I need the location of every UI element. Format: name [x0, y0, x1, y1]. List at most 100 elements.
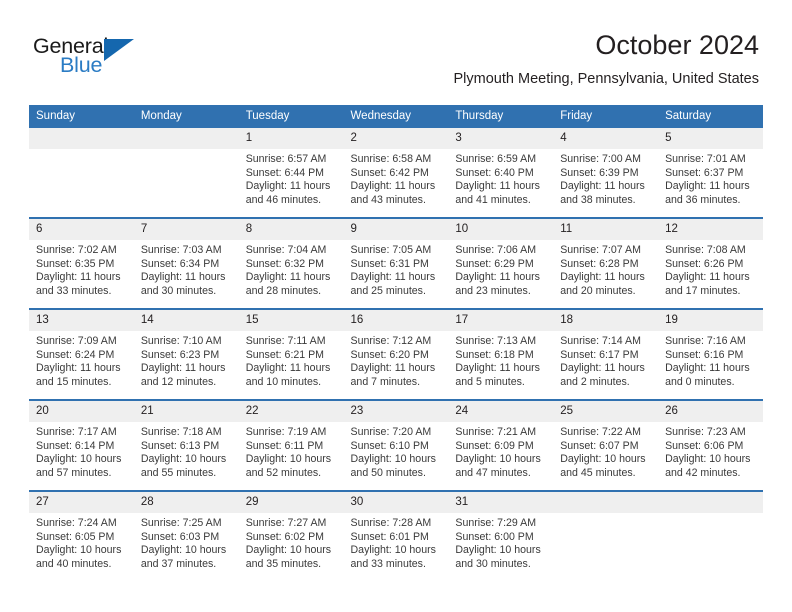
daylight-duration-line2: and 28 minutes.	[245, 284, 322, 297]
sunrise-time: Sunrise: 7:12 AM	[350, 335, 432, 347]
sunrise-time: Sunrise: 7:20 AM	[350, 426, 432, 438]
calendar-day-cell[interactable]: 11 Sunrise: 7:07 AM Sunset: 6:28 PM Dayligh…	[553, 217, 659, 309]
calendar-day-cell[interactable]: 19 Sunrise: 7:16 AM Sunset: 6:16 PM Dayligh…	[658, 308, 763, 400]
calendar-day-cell[interactable]: 3 Sunrise: 6:59 AM Sunset: 6:40 PM Daylight…	[448, 128, 554, 218]
calendar-day-cell[interactable]: 17 Sunrise: 7:13 AM Sunset: 6:18 PM Dayligh…	[448, 308, 554, 400]
sunrise-time: Sunrise: 7:04 AM	[245, 244, 327, 256]
day-number: 19	[658, 310, 763, 331]
day-astro-info: Sunrise: 6:58 AM Sunset: 6:42 PM Daylight:…	[344, 149, 449, 207]
calendar-day-cell[interactable]: 27 Sunrise: 7:24 AM Sunset: 6:05 PM Dayligh…	[29, 490, 134, 581]
calendar-day-cell[interactable]: 8 Sunrise: 7:04 AM Sunset: 6:32 PM Daylight…	[238, 217, 344, 309]
sunset-time: Sunset: 6:05 PM	[36, 530, 115, 543]
daylight-duration-line1: Daylight: 11 hours	[665, 271, 750, 284]
calendar-day-cell[interactable]: 30 Sunrise: 7:28 AM Sunset: 6:01 PM Dayligh…	[343, 490, 449, 581]
calendar-day-cell[interactable]: 15 Sunrise: 7:11 AM Sunset: 6:21 PM Dayligh…	[238, 308, 344, 400]
sunrise-time: Sunrise: 7:06 AM	[455, 244, 537, 256]
calendar-day-cell[interactable]: 25 Sunrise: 7:22 AM Sunset: 6:07 PM Dayligh…	[553, 399, 659, 491]
sunrise-time: Sunrise: 7:22 AM	[560, 426, 641, 438]
calendar-day-cell[interactable]: 23 Sunrise: 7:20 AM Sunset: 6:10 PM Dayligh…	[343, 399, 449, 491]
day-number: 4	[553, 128, 659, 149]
day-number: 15	[238, 310, 344, 331]
day-astro-info: Sunrise: 7:08 AM Sunset: 6:26 PM Daylight:…	[658, 240, 763, 298]
day-number: 30	[343, 492, 449, 513]
calendar-day-cell[interactable]: 28 Sunrise: 7:25 AM Sunset: 6:03 PM Dayligh…	[133, 490, 239, 581]
day-number: 23	[343, 401, 449, 422]
daylight-duration-line2: and 52 minutes.	[245, 466, 322, 479]
sunrise-time: Sunrise: 6:59 AM	[455, 153, 537, 165]
calendar-day-cell[interactable]: 14 Sunrise: 7:10 AM Sunset: 6:23 PM Dayligh…	[133, 308, 239, 400]
calendar-week-row: 1 Sunrise: 6:57 AM Sunset: 6:44 PM Daylight…	[29, 128, 763, 218]
calendar-day-cell[interactable]: 13 Sunrise: 7:09 AM Sunset: 6:24 PM Dayligh…	[29, 308, 134, 400]
day-number: 18	[553, 310, 659, 331]
sunset-time: Sunset: 6:02 PM	[245, 530, 325, 543]
daylight-duration-line1: Daylight: 10 hours	[36, 453, 122, 466]
weekday-header-friday: Friday	[553, 105, 659, 128]
daylight-duration-line2: and 42 minutes.	[665, 466, 741, 479]
calendar-day-cell[interactable]: 31 Sunrise: 7:29 AM Sunset: 6:00 PM Dayligh…	[448, 490, 554, 581]
day-number: 1	[238, 128, 344, 149]
calendar-day-cell[interactable]: 18 Sunrise: 7:14 AM Sunset: 6:17 PM Dayligh…	[553, 308, 659, 400]
day-number: 21	[133, 401, 239, 422]
calendar-day-cell[interactable]: 24 Sunrise: 7:21 AM Sunset: 6:09 PM Dayligh…	[448, 399, 554, 491]
sunrise-time: Sunrise: 7:17 AM	[36, 426, 117, 438]
day-astro-info: Sunrise: 7:00 AM Sunset: 6:39 PM Daylight:…	[553, 149, 658, 207]
general-blue-logo[interactable]: General Blue	[33, 34, 163, 82]
daylight-duration-line2: and 2 minutes.	[560, 375, 630, 388]
calendar-day-cell-empty	[658, 490, 763, 581]
calendar-day-cell[interactable]: 21 Sunrise: 7:18 AM Sunset: 6:13 PM Dayligh…	[133, 399, 239, 491]
daylight-duration-line1: Daylight: 11 hours	[140, 271, 226, 284]
daylight-duration-line2: and 40 minutes.	[36, 557, 112, 570]
day-number: 2	[343, 128, 449, 149]
calendar-day-cell[interactable]: 10 Sunrise: 7:06 AM Sunset: 6:29 PM Dayligh…	[448, 217, 554, 309]
calendar-day-cell[interactable]: 4 Sunrise: 7:00 AM Sunset: 6:39 PM Daylight…	[553, 128, 659, 218]
calendar-day-cell[interactable]: 5 Sunrise: 7:01 AM Sunset: 6:37 PM Daylight…	[658, 128, 763, 218]
daylight-duration-line2: and 57 minutes.	[36, 466, 112, 479]
daylight-duration-line2: and 5 minutes.	[455, 375, 525, 388]
daylight-duration-line2: and 33 minutes.	[36, 284, 112, 297]
calendar-day-cell[interactable]: 9 Sunrise: 7:05 AM Sunset: 6:31 PM Daylight…	[343, 217, 449, 309]
sunrise-time: Sunrise: 6:57 AM	[245, 153, 327, 165]
sunset-time: Sunset: 6:11 PM	[245, 439, 324, 452]
weekday-header-thursday: Thursday	[448, 105, 554, 128]
day-astro-info: Sunrise: 7:03 AM Sunset: 6:34 PM Daylight:…	[134, 240, 239, 298]
day-astro-info: Sunrise: 7:10 AM Sunset: 6:23 PM Daylight:…	[134, 331, 239, 389]
sunrise-time: Sunrise: 7:09 AM	[36, 335, 117, 347]
sunrise-time: Sunrise: 7:10 AM	[140, 335, 222, 347]
calendar-day-cell[interactable]: 1 Sunrise: 6:57 AM Sunset: 6:44 PM Daylight…	[238, 128, 344, 218]
day-astro-info: Sunrise: 7:25 AM Sunset: 6:03 PM Daylight:…	[134, 513, 239, 571]
sunrise-time: Sunrise: 7:27 AM	[245, 517, 327, 529]
daylight-duration-line2: and 12 minutes.	[140, 375, 217, 388]
day-number: 29	[238, 492, 344, 513]
logo-text-blue: Blue	[60, 53, 103, 77]
sunrise-time: Sunrise: 7:01 AM	[665, 153, 746, 165]
day-astro-info: Sunrise: 7:22 AM Sunset: 6:07 PM Daylight:…	[553, 422, 658, 480]
daylight-duration-line2: and 37 minutes.	[140, 557, 217, 570]
weekday-header-wednesday: Wednesday	[343, 105, 449, 128]
daylight-duration-line1: Daylight: 11 hours	[350, 180, 436, 193]
day-number: 5	[658, 128, 763, 149]
calendar-day-cell[interactable]: 29 Sunrise: 7:27 AM Sunset: 6:02 PM Dayligh…	[238, 490, 344, 581]
calendar-day-cell-empty	[133, 128, 239, 218]
day-astro-info: Sunrise: 6:59 AM Sunset: 6:40 PM Daylight:…	[448, 149, 553, 207]
calendar-day-cell[interactable]: 2 Sunrise: 6:58 AM Sunset: 6:42 PM Daylight…	[343, 128, 449, 218]
day-astro-info: Sunrise: 7:12 AM Sunset: 6:20 PM Daylight:…	[344, 331, 449, 389]
sunrise-time: Sunrise: 7:08 AM	[665, 244, 746, 256]
day-astro-info: Sunrise: 7:17 AM Sunset: 6:14 PM Daylight:…	[29, 422, 134, 480]
calendar-day-cell[interactable]: 7 Sunrise: 7:03 AM Sunset: 6:34 PM Daylight…	[133, 217, 239, 309]
calendar-day-cell[interactable]: 12 Sunrise: 7:08 AM Sunset: 6:26 PM Dayligh…	[658, 217, 763, 309]
calendar-day-cell[interactable]: 22 Sunrise: 7:19 AM Sunset: 6:11 PM Dayligh…	[238, 399, 344, 491]
day-number: 9	[343, 219, 449, 240]
calendar-day-cell[interactable]: 6 Sunrise: 7:02 AM Sunset: 6:35 PM Daylight…	[29, 217, 134, 309]
day-astro-info: Sunrise: 7:23 AM Sunset: 6:06 PM Daylight:…	[658, 422, 763, 480]
day-astro-info: Sunrise: 7:11 AM Sunset: 6:21 PM Daylight:…	[239, 331, 344, 389]
daylight-duration-line1: Daylight: 10 hours	[140, 544, 227, 557]
calendar-day-cell[interactable]: 20 Sunrise: 7:17 AM Sunset: 6:14 PM Dayligh…	[29, 399, 134, 491]
day-number: 26	[658, 401, 763, 422]
daylight-duration-line1: Daylight: 10 hours	[665, 453, 751, 466]
sunset-time: Sunset: 6:01 PM	[350, 530, 429, 543]
sunset-time: Sunset: 6:18 PM	[455, 348, 534, 361]
daylight-duration-line1: Daylight: 11 hours	[140, 362, 226, 375]
sunset-time: Sunset: 6:21 PM	[245, 348, 325, 361]
calendar-day-cell[interactable]: 16 Sunrise: 7:12 AM Sunset: 6:20 PM Dayligh…	[343, 308, 449, 400]
calendar-day-cell[interactable]: 26 Sunrise: 7:23 AM Sunset: 6:06 PM Dayligh…	[658, 399, 763, 491]
